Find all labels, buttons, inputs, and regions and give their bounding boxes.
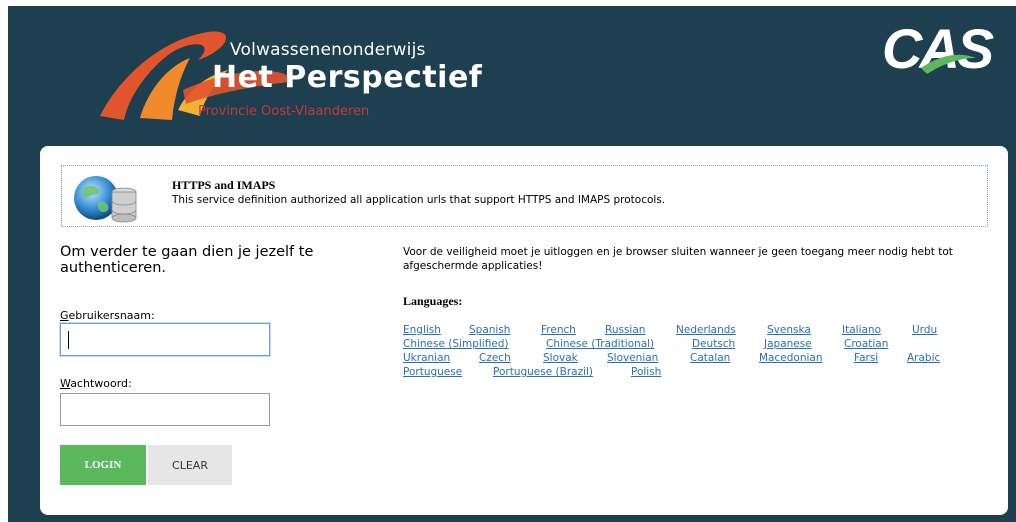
- language-link-spanish[interactable]: Spanish: [469, 324, 510, 336]
- language-link-ukranian[interactable]: Ukranian: [403, 352, 450, 364]
- language-link-french[interactable]: French: [541, 324, 576, 336]
- language-link-macedonian[interactable]: Macedonian: [759, 352, 822, 364]
- language-link-nederlands[interactable]: Nederlands: [676, 324, 736, 336]
- logo-province: Provincie Oost-Vlaanderen: [198, 104, 370, 119]
- language-link-italiano[interactable]: Italiano: [842, 324, 881, 336]
- language-link-urdu[interactable]: Urdu: [912, 324, 937, 336]
- language-link-portuguese[interactable]: Portuguese: [403, 366, 462, 378]
- language-link-slovak[interactable]: Slovak: [543, 352, 578, 364]
- language-link-svenska[interactable]: Svenska: [767, 324, 811, 336]
- logo-title: Het Perspectief: [212, 60, 483, 95]
- language-row: English Spanish French Russian Nederland…: [403, 324, 983, 338]
- language-link-russian[interactable]: Russian: [605, 324, 645, 336]
- language-link-chinese-traditional[interactable]: Chinese (Traditional): [546, 338, 654, 350]
- language-link-czech[interactable]: Czech: [479, 352, 511, 364]
- language-link-catalan[interactable]: Catalan: [690, 352, 730, 364]
- security-note: Voor de veiligheid moet je uitloggen en …: [403, 246, 953, 272]
- service-name: HTTPS and IMAPS: [172, 178, 276, 192]
- username-label: Gebruikersnaam:: [60, 309, 155, 322]
- service-description: This service definition authorized all a…: [172, 194, 666, 206]
- language-link-chinese-simplified[interactable]: Chinese (Simplified): [403, 338, 509, 350]
- text-caret: [68, 331, 69, 349]
- username-input[interactable]: [60, 323, 270, 356]
- language-link-farsi[interactable]: Farsi: [854, 352, 878, 364]
- language-link-slovenian[interactable]: Slovenian: [607, 352, 658, 364]
- logo-subtitle: Volwassenenonderwijs: [230, 40, 426, 60]
- language-link-croatian[interactable]: Croatian: [844, 338, 888, 350]
- language-row: Ukranian Czech Slovak Slovenian Catalan …: [403, 352, 983, 366]
- password-label: Wachtwoord:: [60, 377, 132, 390]
- language-link-deutsch[interactable]: Deutsch: [692, 338, 735, 350]
- language-link-japanese[interactable]: Japanese: [764, 338, 812, 350]
- language-row: Portuguese Portuguese (Brazil) Polish: [403, 366, 983, 380]
- language-row: Chinese (Simplified) Chinese (Traditiona…: [403, 338, 983, 352]
- language-link-arabic[interactable]: Arabic: [907, 352, 940, 364]
- language-link-polish[interactable]: Polish: [631, 366, 661, 378]
- service-info-box: HTTPS and IMAPS This service definition …: [61, 165, 988, 227]
- language-link-portuguese-brazil[interactable]: Portuguese (Brazil): [493, 366, 593, 378]
- language-list: English Spanish French Russian Nederland…: [403, 324, 983, 380]
- page-frame: Volwassenenonderwijs Het Perspectief Pro…: [8, 6, 1016, 522]
- password-input[interactable]: [60, 393, 270, 426]
- login-button[interactable]: LOGIN: [60, 445, 146, 485]
- login-heading: Om verder te gaan dien je jezelf te auth…: [60, 244, 314, 276]
- globe-database-icon: [74, 176, 137, 223]
- language-link-english[interactable]: English: [403, 324, 441, 336]
- clear-button[interactable]: CLEAR: [148, 445, 232, 485]
- cas-leaf-icon: [921, 54, 976, 74]
- languages-heading: Languages:: [403, 294, 463, 308]
- login-card: HTTPS and IMAPS This service definition …: [40, 146, 1008, 515]
